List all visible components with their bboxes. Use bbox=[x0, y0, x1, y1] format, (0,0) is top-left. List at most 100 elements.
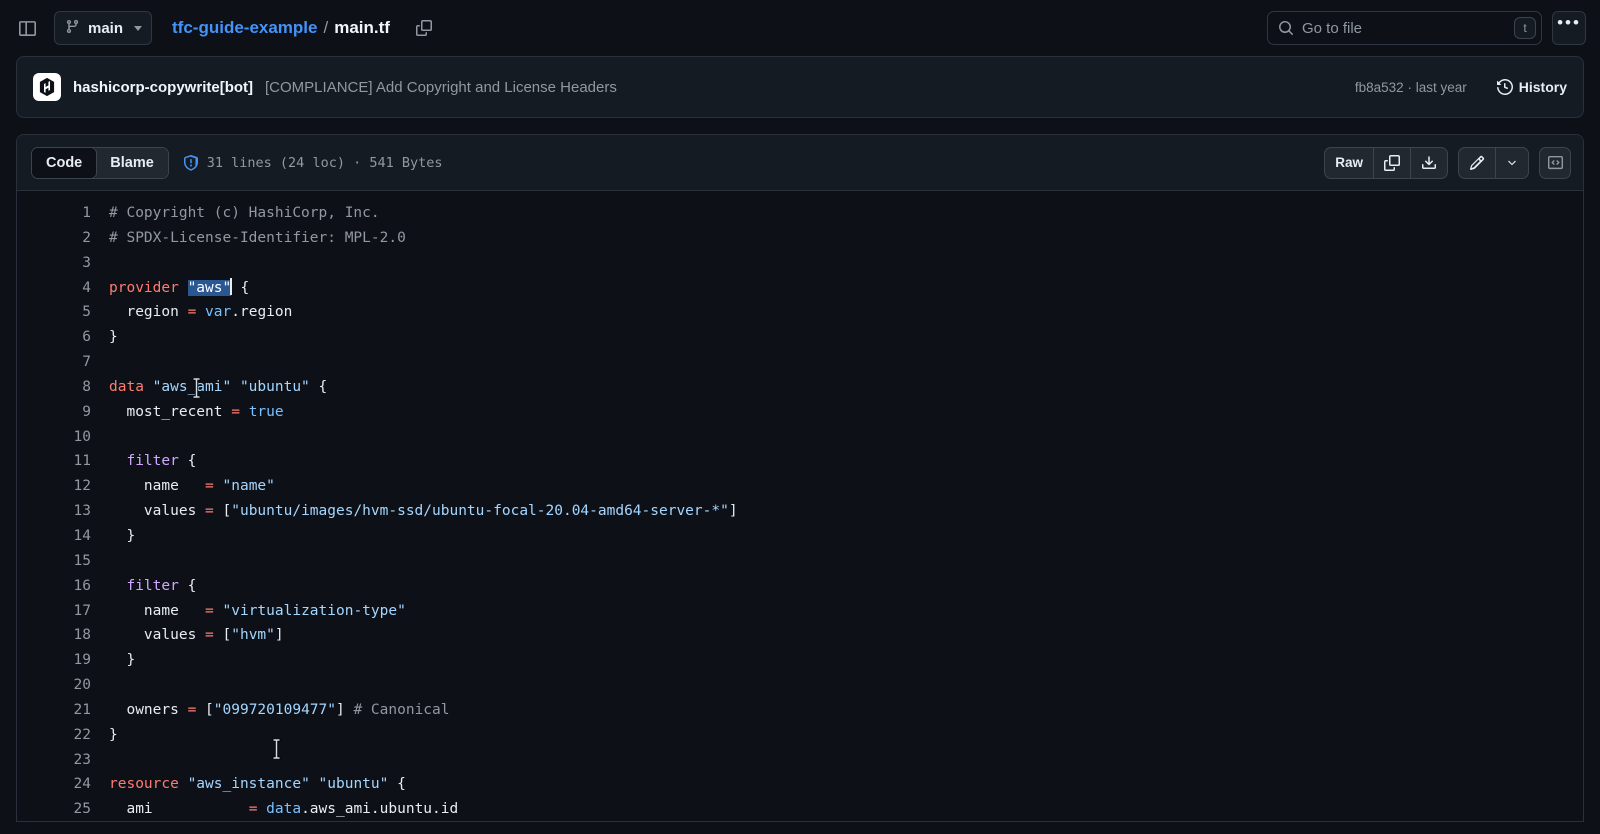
code-line[interactable]: 25 ami = data.aws_ami.ubuntu.id bbox=[17, 797, 1583, 821]
line-number[interactable]: 4 bbox=[17, 276, 109, 301]
code-line[interactable]: 12 name = "name" bbox=[17, 474, 1583, 499]
code-line[interactable]: 19 } bbox=[17, 648, 1583, 673]
line-number[interactable]: 25 bbox=[17, 797, 109, 821]
line-number[interactable]: 20 bbox=[17, 673, 109, 698]
line-content[interactable]: } bbox=[109, 524, 135, 549]
line-content[interactable]: filter { bbox=[109, 574, 196, 599]
code-token: { bbox=[388, 776, 406, 793]
code-token: "aws_ami" "ubuntu" bbox=[152, 378, 310, 395]
line-content[interactable]: values = ["hvm"] bbox=[109, 623, 284, 648]
code-line[interactable]: 21 owners = ["099720109477"] # Canonical bbox=[17, 698, 1583, 723]
code-line[interactable]: 22} bbox=[17, 723, 1583, 748]
line-number[interactable]: 12 bbox=[17, 474, 109, 499]
code-line[interactable]: 16 filter { bbox=[17, 574, 1583, 599]
line-content[interactable]: filter { bbox=[109, 449, 196, 474]
code-line[interactable]: 7 bbox=[17, 350, 1583, 375]
code-line[interactable]: 11 filter { bbox=[17, 449, 1583, 474]
line-content[interactable]: region = var.region bbox=[109, 300, 292, 325]
code-token: "name" bbox=[222, 478, 275, 495]
code-line[interactable]: 4 provider "aws" { bbox=[17, 276, 1583, 301]
code-line[interactable]: 13 values = ["ubuntu/images/hvm-ssd/ubun… bbox=[17, 499, 1583, 524]
code-line[interactable]: 20 bbox=[17, 673, 1583, 698]
line-content[interactable]: provider "aws" { bbox=[109, 276, 249, 301]
line-number[interactable]: 5 bbox=[17, 300, 109, 325]
edit-dropdown-chevron-down-icon[interactable] bbox=[1496, 148, 1528, 178]
line-number[interactable]: 2 bbox=[17, 226, 109, 251]
tab-code[interactable]: Code bbox=[31, 147, 98, 178]
line-content[interactable]: values = ["ubuntu/images/hvm-ssd/ubuntu-… bbox=[109, 499, 738, 524]
sidebar-expand-icon[interactable] bbox=[10, 11, 44, 45]
line-content[interactable]: } bbox=[109, 648, 135, 673]
line-number[interactable]: 10 bbox=[17, 425, 109, 450]
pencil-icon[interactable] bbox=[1459, 147, 1496, 178]
breadcrumb-repo-link[interactable]: tfc-guide-example bbox=[172, 18, 317, 38]
line-number[interactable]: 15 bbox=[17, 549, 109, 574]
line-content[interactable]: most_recent = true bbox=[109, 400, 283, 425]
line-content[interactable]: # Copyright (c) HashiCorp, Inc. bbox=[109, 201, 380, 226]
line-content[interactable]: name = "virtualization-type" bbox=[109, 599, 406, 624]
line-number[interactable]: 9 bbox=[17, 400, 109, 425]
code-symbols-icon[interactable] bbox=[1539, 146, 1571, 179]
line-content[interactable]: } bbox=[109, 325, 118, 350]
code-token: { bbox=[178, 577, 197, 594]
code-token: [ bbox=[213, 503, 232, 520]
copy-path-icon[interactable] bbox=[410, 14, 438, 42]
line-number[interactable]: 18 bbox=[17, 623, 109, 648]
commit-author-link[interactable]: hashicorp-copywrite[bot] bbox=[73, 79, 253, 96]
code-viewer[interactable]: 1 # Copyright (c) HashiCorp, Inc. 2 # SPDX-… bbox=[17, 191, 1583, 821]
code-line[interactable]: 6} bbox=[17, 325, 1583, 350]
line-number[interactable]: 17 bbox=[17, 599, 109, 624]
code-line[interactable]: 23 bbox=[17, 748, 1583, 773]
commit-message-link[interactable]: [COMPLIANCE] Add Copyright and License H… bbox=[265, 79, 617, 96]
line-number[interactable]: 11 bbox=[17, 449, 109, 474]
line-number[interactable]: 13 bbox=[17, 499, 109, 524]
code-line[interactable]: 14 } bbox=[17, 524, 1583, 549]
line-content[interactable]: } bbox=[109, 723, 118, 748]
line-content[interactable]: data "aws_ami" "ubuntu" { bbox=[109, 375, 327, 400]
code-line[interactable]: 1 # Copyright (c) HashiCorp, Inc. bbox=[17, 201, 1583, 226]
line-number[interactable]: 21 bbox=[17, 698, 109, 723]
line-content[interactable]: name = "name" bbox=[109, 474, 275, 499]
search-shortcut-key: t bbox=[1514, 17, 1536, 39]
code-line[interactable]: 3 bbox=[17, 251, 1583, 276]
commit-sha[interactable]: fb8a532 bbox=[1355, 80, 1404, 95]
hashicorp-logo-avatar[interactable] bbox=[33, 73, 61, 101]
line-content[interactable]: ami = data.aws_ami.ubuntu.id bbox=[109, 797, 458, 821]
line-number[interactable]: 24 bbox=[17, 772, 109, 797]
go-to-file-search[interactable]: Go to file t bbox=[1267, 11, 1542, 45]
branch-selector-button[interactable]: main bbox=[54, 11, 153, 45]
line-number[interactable]: 16 bbox=[17, 574, 109, 599]
history-button[interactable]: History bbox=[1496, 79, 1567, 95]
line-number[interactable]: 14 bbox=[17, 524, 109, 549]
code-line[interactable]: 17 name = "virtualization-type" bbox=[17, 599, 1583, 624]
more-options-button[interactable]: ••• bbox=[1552, 11, 1586, 45]
line-number[interactable]: 19 bbox=[17, 648, 109, 673]
download-icon[interactable] bbox=[1411, 148, 1447, 178]
line-number[interactable]: 1 bbox=[17, 201, 109, 226]
line-number[interactable]: 6 bbox=[17, 325, 109, 350]
code-line[interactable]: 8 data "aws_ami" "ubuntu" { bbox=[17, 375, 1583, 400]
line-number[interactable]: 7 bbox=[17, 350, 109, 375]
code-token: = bbox=[205, 627, 214, 644]
tab-blame[interactable]: Blame bbox=[96, 147, 168, 178]
line-number[interactable]: 8 bbox=[17, 375, 109, 400]
code-token: data bbox=[109, 378, 144, 395]
line-number[interactable]: 22 bbox=[17, 723, 109, 748]
code-line[interactable]: 10 bbox=[17, 425, 1583, 450]
line-content[interactable]: # SPDX-License-Identifier: MPL-2.0 bbox=[109, 226, 406, 251]
code-line[interactable]: 24 resource "aws_instance" "ubuntu" { bbox=[17, 772, 1583, 797]
line-content[interactable]: resource "aws_instance" "ubuntu" { bbox=[109, 772, 406, 797]
code-line[interactable]: 9 most_recent = true bbox=[17, 400, 1583, 425]
code-line[interactable]: 18 values = ["hvm"] bbox=[17, 623, 1583, 648]
copy-icon[interactable] bbox=[1374, 147, 1411, 178]
line-number[interactable]: 3 bbox=[17, 251, 109, 276]
commit-sha-and-time[interactable]: fb8a532 · last year bbox=[1355, 80, 1467, 95]
line-content[interactable]: owners = ["099720109477"] # Canonical bbox=[109, 698, 449, 723]
code-line[interactable]: 2 # SPDX-License-Identifier: MPL-2.0 bbox=[17, 226, 1583, 251]
code-line[interactable]: 5 region = var.region bbox=[17, 300, 1583, 325]
raw-button[interactable]: Raw bbox=[1325, 147, 1374, 178]
commit-meta-separator: · bbox=[1407, 79, 1412, 95]
line-number[interactable]: 23 bbox=[17, 748, 109, 773]
code-line[interactable]: 15 bbox=[17, 549, 1583, 574]
